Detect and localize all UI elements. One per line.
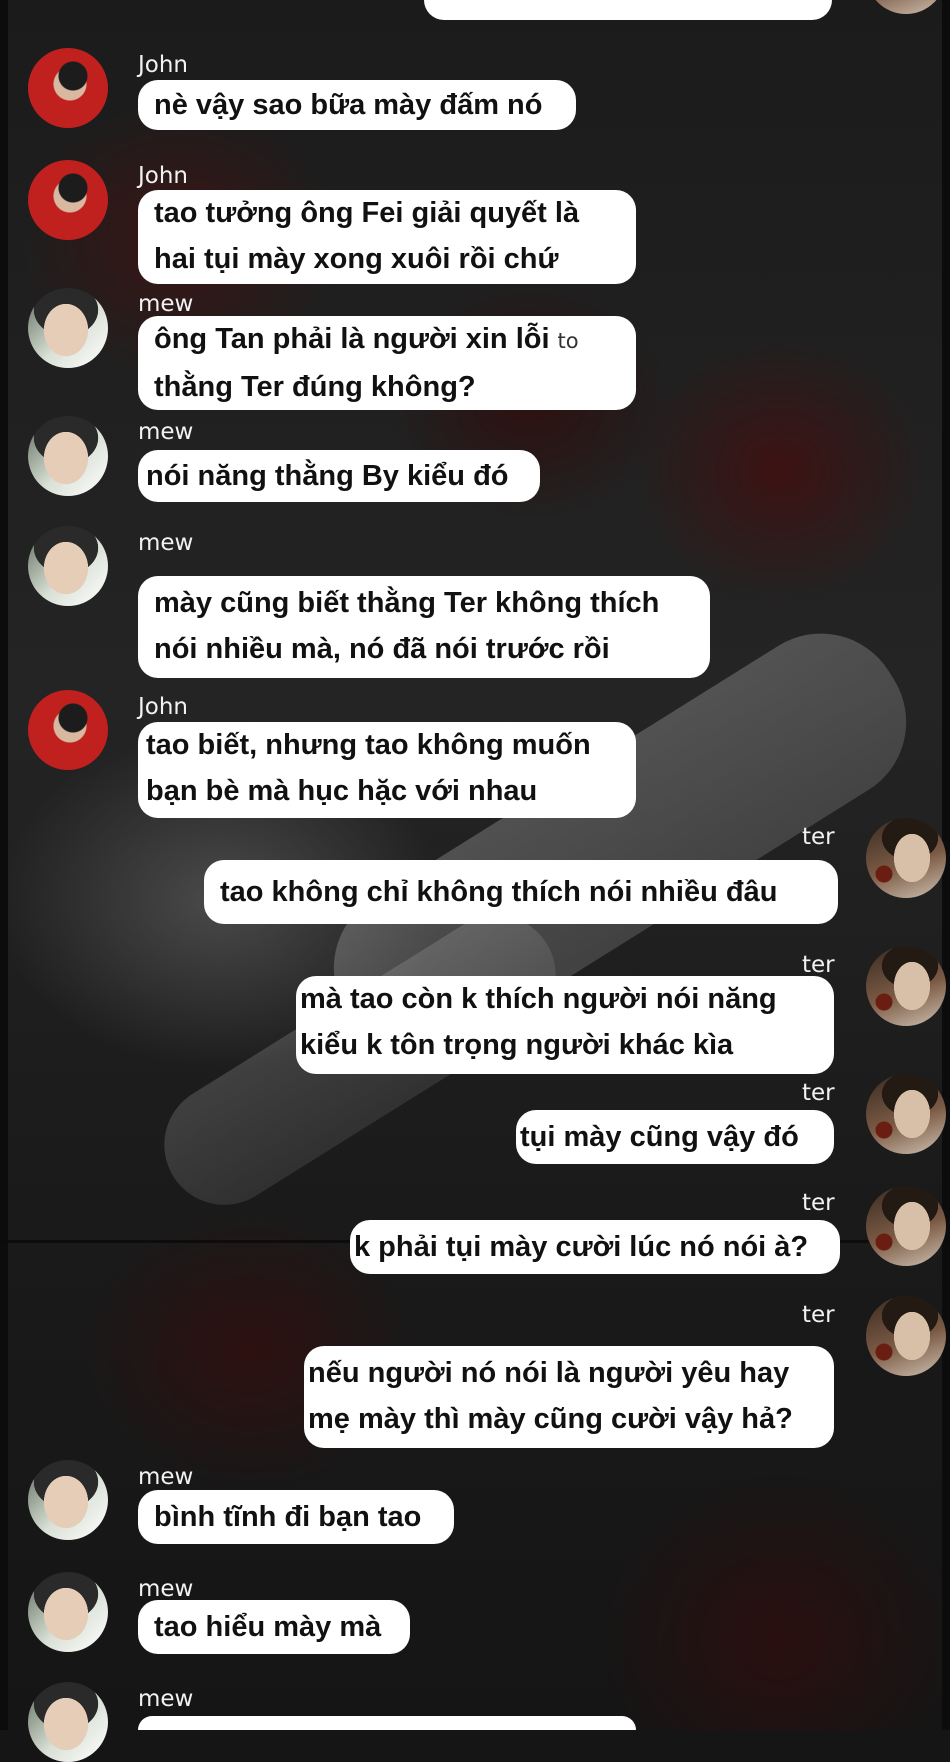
message-text: bạn bè mà hục hặc với nhau <box>146 775 538 807</box>
message-text: to <box>557 329 579 353</box>
sender-name: John <box>138 163 189 189</box>
sender-name: mew <box>138 530 194 556</box>
message-text: nói nhiều mà, nó đã nói trước rồi <box>154 633 610 665</box>
avatar[interactable] <box>866 946 946 1026</box>
sender-name: mew <box>138 419 194 445</box>
avatar[interactable] <box>28 690 108 770</box>
message-bubble[interactable]: tụi mày cũng vậy đó <box>516 1110 834 1164</box>
sender-name: mew <box>138 291 194 317</box>
avatar[interactable] <box>28 1460 108 1540</box>
message-bubble[interactable]: tao hiểu mày mà <box>138 1600 410 1654</box>
message-text: nè vậy sao bữa mày đấm nó <box>154 89 543 121</box>
message-text: mày cũng biết thằng Ter không thích <box>154 587 660 619</box>
message-text: mẹ mày thì mày cũng cười vậy hả? <box>308 1403 793 1435</box>
message-text: nếu người nó nói là người yêu hay <box>308 1357 790 1389</box>
message-bubble[interactable]: k phải tụi mày cười lúc nó nói à? <box>350 1220 840 1274</box>
avatar[interactable] <box>28 526 108 606</box>
avatar[interactable] <box>866 0 946 14</box>
message-bubble[interactable]: nếu người nó nói là người yêu hay mẹ mày… <box>304 1346 834 1448</box>
message-text: bình tĩnh đi bạn tao <box>154 1501 422 1533</box>
sender-name: ter <box>802 1080 835 1106</box>
avatar[interactable] <box>866 1074 946 1154</box>
message-text: mà tao còn k thích người nói năng <box>300 983 777 1015</box>
avatar[interactable] <box>28 48 108 128</box>
message-text: tao biết, nhưng tao không muốn <box>146 729 591 761</box>
message-text: tao không chỉ không thích nói nhiều đâu <box>220 876 778 908</box>
message-bubble[interactable]: mày cũng biết thằng Ter không thích nói … <box>138 576 710 678</box>
avatar[interactable] <box>866 1186 946 1266</box>
avatar[interactable] <box>866 818 946 898</box>
message-text: tụi mày cũng vậy đó <box>520 1121 799 1153</box>
sender-name: John <box>138 52 189 78</box>
avatar[interactable] <box>866 1296 946 1376</box>
message-bubble[interactable]: mà tao còn k thích người nói năng kiểu k… <box>296 976 834 1074</box>
message-bubble[interactable]: tao không chỉ không thích nói nhiều đâu <box>204 860 838 924</box>
sender-name: ter <box>802 1302 835 1328</box>
sender-name: mew <box>138 1686 194 1712</box>
sender-name: ter <box>802 1190 835 1216</box>
message-bubble[interactable] <box>138 1716 636 1730</box>
avatar[interactable] <box>28 416 108 496</box>
avatar[interactable] <box>28 160 108 240</box>
message-text: thằng Ter đúng không? <box>154 371 476 403</box>
message-text: tao tưởng ông Fei giải quyết là <box>154 197 580 229</box>
message-bubble[interactable]: ông Tan phải là người xin lỗi to thằng Te… <box>138 316 636 410</box>
message-text: tao hiểu mày mà <box>154 1611 382 1643</box>
sender-name: John <box>138 694 189 720</box>
chat-message-list[interactable]: John nè vậy sao bữa mày đấm nó John tao … <box>0 0 950 1762</box>
message-bubble[interactable] <box>424 0 832 20</box>
message-bubble[interactable]: nói năng thằng By kiểu đó <box>138 450 540 502</box>
message-text: hai tụi mày xong xuôi rồi chứ <box>154 243 559 275</box>
avatar[interactable] <box>28 1572 108 1652</box>
avatar[interactable] <box>28 1682 108 1762</box>
message-bubble[interactable]: nè vậy sao bữa mày đấm nó <box>138 80 576 130</box>
sender-name: mew <box>138 1576 194 1602</box>
message-text: ông Tan phải là người xin lỗi <box>154 323 550 355</box>
sender-name: ter <box>802 824 835 850</box>
message-text: k phải tụi mày cười lúc nó nói à? <box>354 1231 809 1263</box>
message-text: kiểu k tôn trọng người khác kìa <box>300 1029 734 1061</box>
message-bubble[interactable]: tao biết, nhưng tao không muốn bạn bè mà… <box>138 722 636 818</box>
avatar[interactable] <box>28 288 108 368</box>
message-bubble[interactable]: bình tĩnh đi bạn tao <box>138 1490 454 1544</box>
sender-name: ter <box>802 952 835 978</box>
sender-name: mew <box>138 1464 194 1490</box>
message-text: nói năng thằng By kiểu đó <box>146 460 509 492</box>
message-bubble[interactable]: tao tưởng ông Fei giải quyết là hai tụi … <box>138 190 636 284</box>
